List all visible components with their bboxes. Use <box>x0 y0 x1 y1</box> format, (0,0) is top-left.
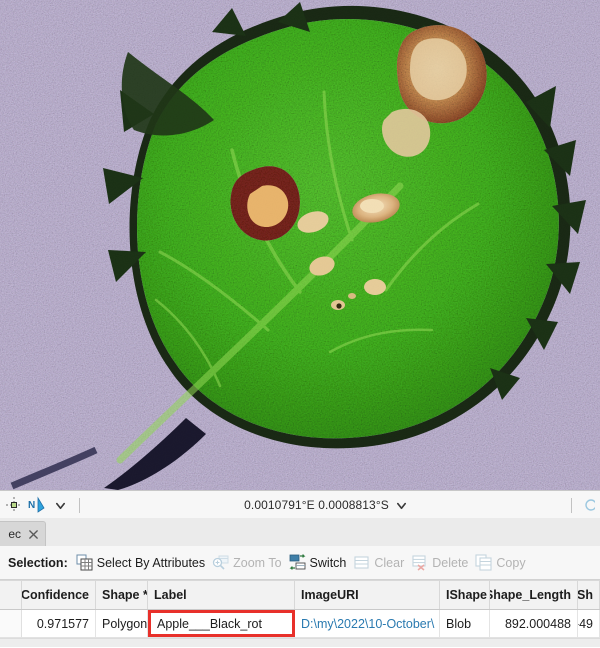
north-arrow-icon[interactable]: N <box>27 495 47 515</box>
zoom-to-label: Zoom To <box>233 555 282 570</box>
delete-selection-icon <box>411 554 428 571</box>
cell-label[interactable]: Apple___Black_rot <box>148 610 295 637</box>
nav-separator <box>79 497 80 513</box>
svg-text:N: N <box>28 500 35 511</box>
nav-separator-right <box>571 497 572 513</box>
table-footer <box>0 638 600 647</box>
clear-selection-button: Clear <box>352 551 410 575</box>
clear-selection-icon <box>353 554 370 571</box>
switch-selection-icon <box>289 554 306 571</box>
select-by-attributes-icon <box>76 554 93 571</box>
nav-tools-group: N <box>0 495 86 515</box>
row-select-cell[interactable] <box>0 610 22 637</box>
column-header-shape-last[interactable]: Sh <box>578 581 600 609</box>
clear-selection-label: Clear <box>374 555 405 570</box>
column-header-shape-length[interactable]: Shape_Length <box>490 581 578 609</box>
nav-right-group <box>565 495 600 515</box>
cell-shape-last[interactable]: -49 <box>578 610 600 637</box>
nav-chevron-down-icon[interactable] <box>50 495 70 515</box>
select-by-attributes-label: Select By Attributes <box>96 555 206 570</box>
column-header-shape[interactable]: Shape * <box>96 581 148 609</box>
table-tab[interactable]: ec <box>0 521 46 546</box>
switch-selection-label: Switch <box>309 555 347 570</box>
cell-shape[interactable]: Polygon <box>96 610 148 637</box>
cell-confidence[interactable]: 0.971577 <box>22 610 96 637</box>
coordinate-text: 0.0010791°E 0.0008813°S <box>244 498 389 512</box>
column-header-ishape[interactable]: IShape <box>440 581 490 609</box>
selection-label: Selection: <box>8 555 68 570</box>
leaf-image[interactable] <box>0 0 600 490</box>
column-header-imageuri[interactable]: ImageURI <box>295 581 440 609</box>
column-header-label[interactable]: Label <box>148 581 295 609</box>
delete-selection-label: Delete <box>432 555 469 570</box>
coordinate-chevron-down-icon[interactable] <box>396 500 407 511</box>
table-tab-label: ec <box>8 527 21 541</box>
arcgis-pro-window: N 0.0010791°E 0.0008813°S ec Selection: … <box>0 0 600 648</box>
coordinate-readout[interactable]: 0.0010791°E 0.0008813°S <box>86 498 565 512</box>
select-by-attributes-button[interactable]: Select By Attributes <box>75 551 211 575</box>
delete-selection-button: Delete <box>410 551 474 575</box>
zoom-to-icon <box>212 554 229 571</box>
row-select-header[interactable] <box>0 581 22 609</box>
zoom-to-button: Zoom To <box>211 551 287 575</box>
table-tab-strip: ec <box>0 518 600 547</box>
column-header-confidence[interactable]: Confidence <box>22 581 96 609</box>
scale-control-icon[interactable] <box>578 495 598 515</box>
switch-selection-button[interactable]: Switch <box>288 551 353 575</box>
table-row[interactable]: 0.971577 Polygon Apple___Black_rot D:\my… <box>0 610 600 638</box>
map-view[interactable] <box>0 0 600 490</box>
copy-selection-icon <box>475 554 492 571</box>
selection-toolbar: Selection: Select By Attributes Zoom To … <box>0 546 600 580</box>
copy-selection-button: Copy <box>474 551 531 575</box>
crosshair-icon[interactable] <box>4 495 24 515</box>
copy-selection-label: Copy <box>496 555 526 570</box>
table-header-row: Confidence Shape * Label ImageURI IShape… <box>0 580 600 610</box>
attribute-table: Confidence Shape * Label ImageURI IShape… <box>0 580 600 648</box>
cell-imageuri[interactable]: D:\my\2022\10-October\ <box>295 610 440 637</box>
cell-ishape[interactable]: Blob <box>440 610 490 637</box>
cell-shape-length[interactable]: 892.000488 <box>490 610 578 637</box>
map-navigation-bar: N 0.0010791°E 0.0008813°S <box>0 490 600 520</box>
close-icon[interactable] <box>28 529 39 540</box>
